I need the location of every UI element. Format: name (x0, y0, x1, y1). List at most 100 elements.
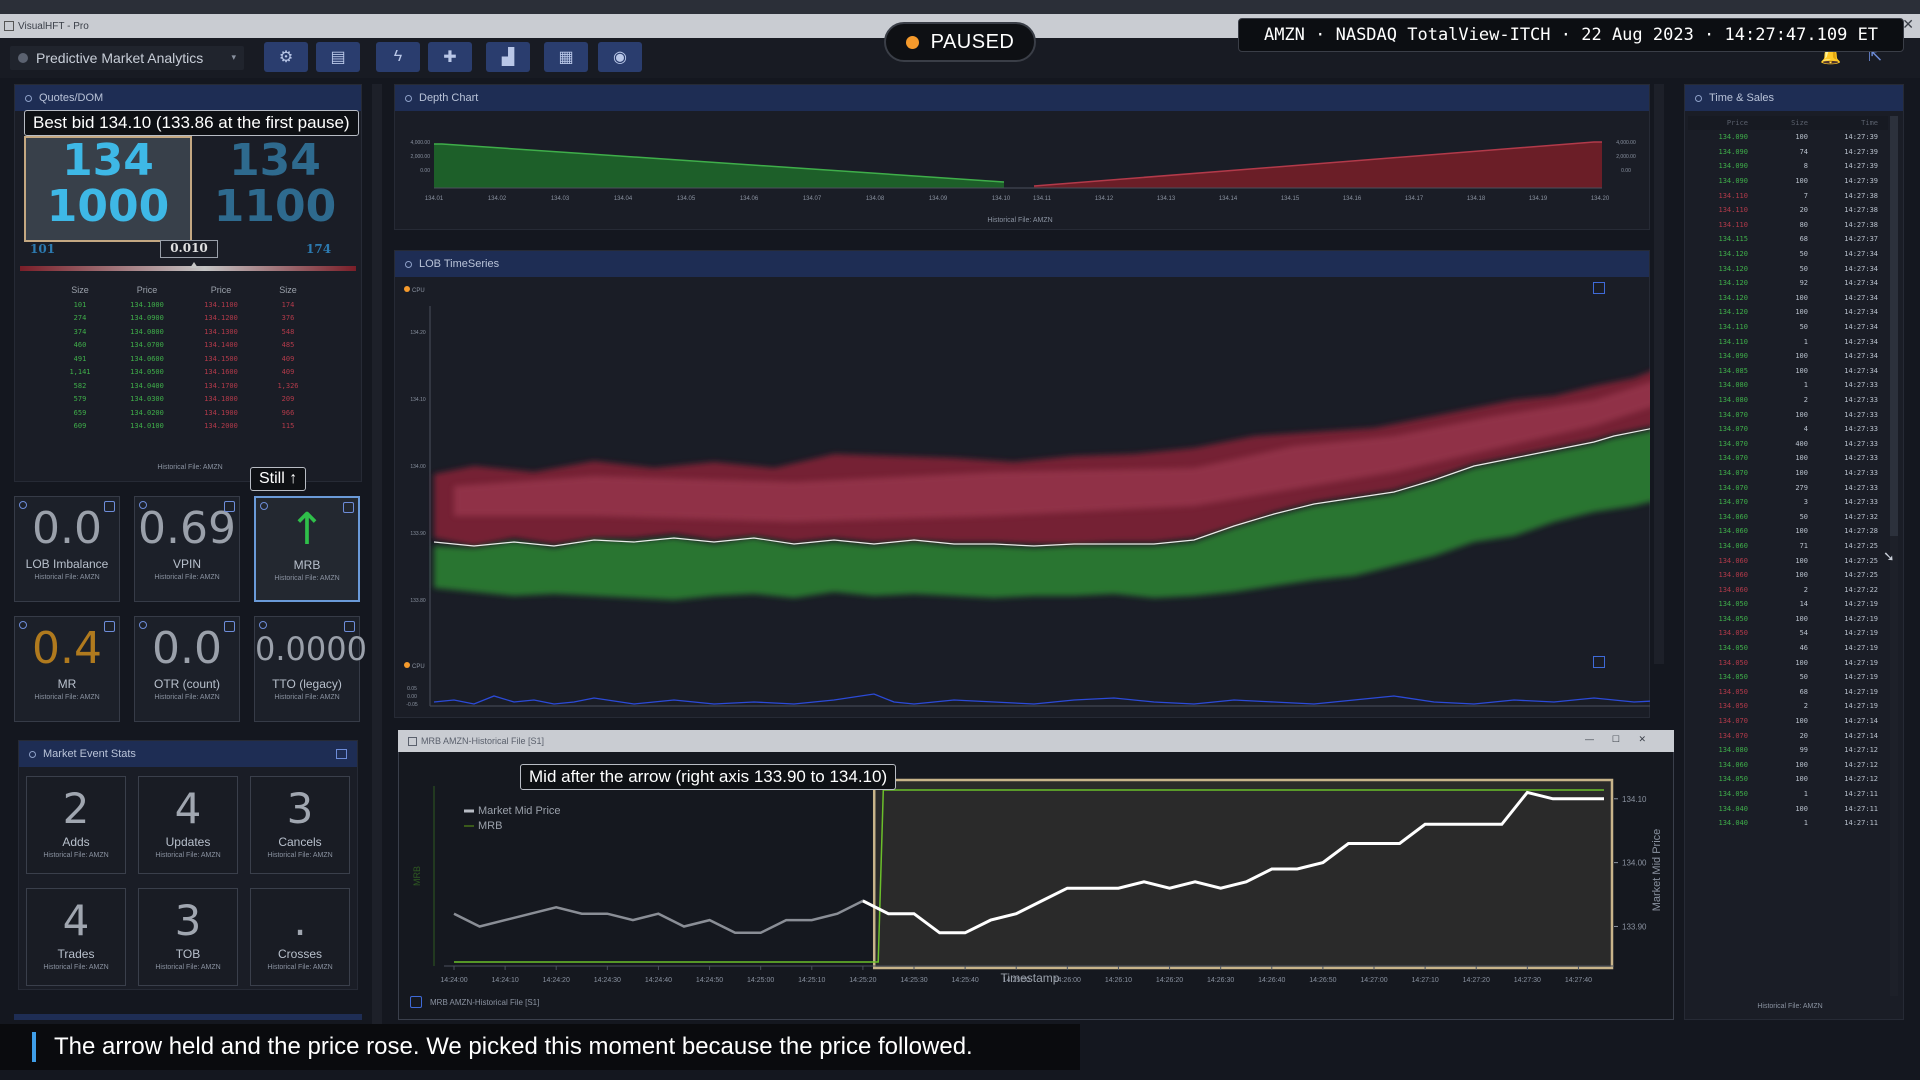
time-sales-row: 134.070 100 14:27:33 (1688, 451, 1888, 466)
tto-tile[interactable]: 0.0000 TTO (legacy) Historical File: AMZN (254, 616, 367, 722)
depth-x-tick: 134.12 (1095, 196, 1114, 202)
depth-x-tick: 134.02 (488, 196, 507, 202)
mr-tile[interactable]: 0.4 MR Historical File: AMZN (14, 616, 120, 722)
ts-size: 20 (1799, 731, 1808, 740)
mrb-tile[interactable]: ↑ MRB Historical File: AMZN (254, 496, 360, 602)
ts-price: 134.060 (1718, 571, 1748, 580)
ts-time: 14:27:39 (1844, 177, 1878, 186)
ts-size: 1 (1803, 337, 1808, 346)
depth-x-tick: 134.05 (677, 196, 696, 202)
ts-price: 134.040 (1718, 804, 1748, 813)
left-scrollbar[interactable] (372, 84, 382, 1024)
ts-price: 134.050 (1718, 614, 1748, 623)
tob-stat: 3 TOB Historical File: AMZN (138, 888, 238, 986)
vpin-tile[interactable]: 0.69 VPIN Historical File: AMZN (134, 496, 240, 602)
time-sales-row: 134.050 14 14:27:19 (1688, 597, 1888, 612)
metric-settings-icon[interactable] (19, 621, 27, 629)
time-sales-row: 134.090 100 14:27:39 (1688, 130, 1888, 145)
dom-ask-size: 966 (281, 408, 295, 417)
ts-price: 134.070 (1718, 731, 1748, 740)
stat-label: Cancels (278, 835, 322, 849)
ts-price: 134.070 (1718, 410, 1748, 419)
ts-time: 14:27:39 (1844, 147, 1878, 156)
ts-time: 14:27:34 (1844, 352, 1878, 361)
depth-x-tick: 134.17 (1405, 196, 1424, 202)
mrb-x-tick: 14:27:00 (1360, 977, 1387, 984)
toolbar-button-monitor[interactable]: ▤ (316, 42, 360, 72)
toolbar-button-chart[interactable]: ▟ (486, 42, 530, 72)
otr-tile[interactable]: 0.0 OTR (count) Historical File: AMZN (134, 616, 240, 722)
close-icon[interactable]: ✕ (1902, 16, 1914, 33)
dom-bid-size: 609 (73, 422, 87, 431)
ts-size: 46 (1799, 644, 1808, 653)
panel-dot-icon (29, 750, 36, 758)
ts-size: 100 (1795, 571, 1808, 580)
mrb-window-footer: MRB AMZN-Historical File [S1] (410, 996, 539, 1008)
time-sales-row: 134.110 1 14:27:34 (1688, 334, 1888, 349)
depth-x-tick: 134.15 (1281, 196, 1300, 202)
ts-price: 134.050 (1718, 644, 1748, 653)
metric-settings-icon[interactable] (259, 621, 267, 629)
ts-header-price: Price (1726, 119, 1748, 127)
close-icon[interactable]: ✕ (1638, 734, 1646, 745)
stat-source: Historical File: AMZN (267, 852, 333, 859)
ts-price: 134.090 (1718, 133, 1748, 142)
ts-time: 14:27:11 (1844, 819, 1878, 828)
metric-expand-icon[interactable] (224, 501, 235, 512)
toolbar-button-bolt[interactable]: ϟ (376, 42, 420, 72)
ts-size: 279 (1795, 483, 1808, 492)
ts-time: 14:27:33 (1844, 483, 1878, 492)
time-sales-row: 134.080 99 14:27:12 (1688, 743, 1888, 758)
ts-time: 14:27:25 (1844, 556, 1878, 565)
depth-x-tick: 134.11 (1033, 196, 1052, 202)
ts-price: 134.085 (1718, 366, 1748, 375)
toolbar-button-settings[interactable]: ⚙ (264, 42, 308, 72)
analytics-selector[interactable]: Predictive Market Analytics ▾ (10, 46, 244, 70)
time-sales-row: 134.060 2 14:27:22 (1688, 582, 1888, 597)
lob-imbalance-tile[interactable]: 0.0 LOB Imbalance Historical File: AMZN (14, 496, 120, 602)
ts-time: 14:27:34 (1844, 323, 1878, 332)
time-sales-row: 134.120 100 14:27:34 (1688, 305, 1888, 320)
ts-time: 14:27:37 (1844, 235, 1878, 244)
depth-x-tick: 134.20 (1591, 196, 1610, 202)
metric-expand-icon[interactable] (224, 621, 235, 632)
stat-label: TOB (175, 947, 201, 961)
best-ask-size: 1100 (213, 181, 337, 232)
lob-heatmap: 134.20 134.10 134.00 133.90 133.80 0.05 0.00 -… (406, 306, 1650, 708)
ts-size: 100 (1795, 527, 1808, 536)
ts-price: 134.040 (1718, 819, 1748, 828)
ts-size: 2 (1803, 585, 1808, 594)
metric-expand-icon[interactable] (344, 621, 355, 632)
dom-rows: 101 134.1000 134.1100 174 274 134.0900 134.120… (50, 298, 330, 433)
toolbar-button-plugins[interactable]: ✚ (428, 42, 472, 72)
metric-settings-icon[interactable] (260, 502, 268, 510)
depth-x-tick: 134.06 (740, 196, 759, 202)
toolbar-button-keyboard[interactable]: ▦ (544, 42, 588, 72)
dom-bid-price: 134.0100 (130, 422, 164, 431)
toolbar-button-user[interactable]: ◉ (598, 42, 642, 72)
ts-price: 134.070 (1718, 498, 1748, 507)
metric-expand-icon[interactable] (343, 502, 354, 513)
ts-size: 1 (1803, 381, 1808, 390)
time-sales-scroll-thumb[interactable] (1890, 116, 1898, 536)
dom-bid-price: 134.0600 (130, 354, 164, 363)
adds-stat: 2 Adds Historical File: AMZN (26, 776, 126, 874)
metric-settings-icon[interactable] (139, 621, 147, 629)
maximize-icon[interactable]: ☐ (1612, 734, 1620, 745)
updates-stat: 4 Updates Historical File: AMZN (138, 776, 238, 874)
stat-value: 4 (174, 784, 202, 833)
ts-price: 134.120 (1718, 250, 1748, 259)
metric-settings-icon[interactable] (19, 501, 27, 509)
time-sales-row: 134.070 4 14:27:33 (1688, 422, 1888, 437)
metric-expand-icon[interactable] (104, 621, 115, 632)
center-scrollbar[interactable] (1654, 84, 1664, 664)
minimize-icon[interactable]: — (1585, 734, 1594, 744)
panel-settings-icon[interactable] (336, 749, 347, 759)
stat-source: Historical File: AMZN (43, 852, 109, 859)
ts-time: 14:27:22 (1844, 585, 1878, 594)
ts-price: 134.080 (1718, 746, 1748, 755)
ts-size: 1 (1803, 819, 1808, 828)
ts-time: 14:27:33 (1844, 468, 1878, 477)
metric-expand-icon[interactable] (104, 501, 115, 512)
metric-settings-icon[interactable] (139, 501, 147, 509)
